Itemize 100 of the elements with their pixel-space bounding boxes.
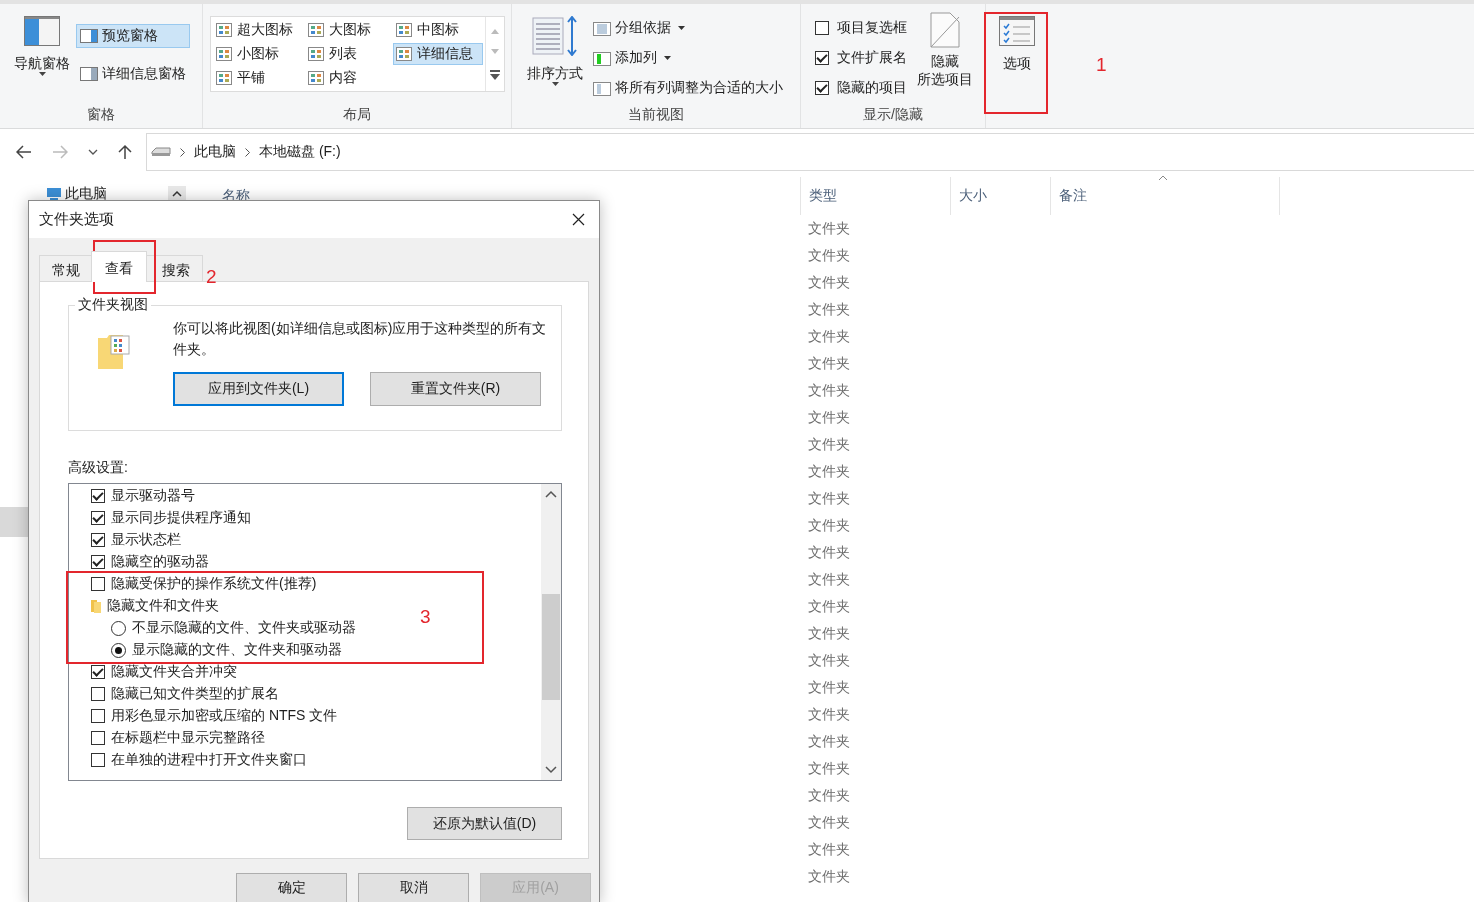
type-cell-text: 文件夹: [807, 435, 851, 454]
tab[interactable]: 查看: [91, 251, 147, 282]
annotation-number: 3: [420, 606, 431, 628]
scroll-up-icon[interactable]: [545, 490, 557, 498]
column-header[interactable]: 类型: [800, 177, 950, 215]
checklist-icon: [999, 16, 1035, 46]
column-icon: [593, 20, 611, 36]
description-text: 你可以将此视图(如详细信息或图标)应用于这种类型的所有文件夹。: [173, 319, 547, 359]
sort-icon: [532, 16, 578, 56]
type-cell-text: 文件夹: [807, 732, 851, 751]
view-icon: [395, 23, 412, 37]
column-header[interactable]: 大小: [950, 177, 1050, 215]
dialog-button[interactable]: 确定: [236, 873, 347, 902]
ribbon-checkbox[interactable]: 隐藏的项目: [811, 76, 911, 100]
type-cell-text: 文件夹: [807, 786, 851, 805]
group-label: 当前视图: [628, 106, 684, 124]
folder-view-button[interactable]: 重置文件夹(R): [370, 372, 541, 406]
address-bar[interactable]: 此电脑 本地磁盘 (F:): [146, 133, 1474, 171]
view-option[interactable]: 大图标: [304, 19, 393, 41]
navigation-pane-button[interactable]: 导航窗格: [12, 12, 72, 88]
dialog-button[interactable]: 取消: [358, 873, 469, 902]
view-option[interactable]: 详细信息: [392, 43, 483, 65]
pane-button[interactable]: 详细信息窗格: [76, 62, 190, 86]
view-option[interactable]: 内容: [304, 67, 393, 89]
type-cell-text: 文件夹: [807, 246, 851, 265]
breadcrumb[interactable]: 此电脑: [194, 143, 236, 161]
annotation-number: 2: [206, 266, 217, 288]
sort-by-button[interactable]: 排序方式: [525, 12, 585, 98]
setting-checkbox[interactable]: 隐藏文件夹合并冲突: [91, 663, 237, 681]
type-cell-text: 文件夹: [807, 570, 851, 589]
pane-icon: [80, 29, 98, 43]
view-command[interactable]: 将所有列调整为合适的大小: [589, 76, 787, 100]
recent-dropdown-icon[interactable]: [88, 149, 98, 155]
view-option[interactable]: 列表: [304, 43, 393, 65]
type-cell-text: 文件夹: [807, 813, 851, 832]
setting-checkbox[interactable]: 显示驱动器号: [91, 487, 195, 505]
expand-icon[interactable]: [489, 69, 500, 80]
restore-defaults-button[interactable]: 还原为默认值(D): [407, 807, 562, 840]
type-cell-text: 文件夹: [807, 651, 851, 670]
type-cell-text: 文件夹: [807, 705, 851, 724]
group-label: 窗格: [87, 106, 115, 124]
setting-checkbox[interactable]: 隐藏空的驱动器: [91, 553, 209, 571]
view-icon: [307, 47, 324, 61]
setting-checkbox[interactable]: 在标题栏中显示完整路径: [91, 729, 265, 747]
sort-caret-icon: [1158, 175, 1168, 181]
scrollbar[interactable]: [541, 484, 561, 780]
scroll-down-icon[interactable]: [545, 766, 557, 774]
hide-selected-button[interactable]: 隐藏 所选项目: [915, 12, 975, 92]
view-icon: [215, 23, 232, 37]
view-command[interactable]: 添加列: [589, 46, 787, 70]
options-button[interactable]: 选项: [997, 12, 1037, 76]
setting-checkbox[interactable]: 隐藏已知文件类型的扩展名: [91, 685, 279, 703]
nav-selection-highlight: [0, 507, 30, 537]
view-icon: [395, 47, 412, 61]
column-header[interactable]: 备注: [1050, 177, 1280, 215]
type-cell-text: 文件夹: [807, 219, 851, 238]
scroll-thumb[interactable]: [542, 594, 560, 700]
setting-checkbox[interactable]: 显示同步提供程序通知: [91, 509, 251, 527]
view-option[interactable]: 超大图标: [212, 19, 305, 41]
type-cell-text: 文件夹: [807, 840, 851, 859]
view-option[interactable]: 小图标: [212, 43, 305, 65]
view-icon: [215, 71, 232, 85]
ribbon-checkbox[interactable]: 项目复选框: [811, 16, 911, 40]
tab[interactable]: 搜索: [145, 255, 203, 281]
ribbon-checkbox[interactable]: 文件扩展名: [811, 46, 911, 70]
setting-checkbox[interactable]: 显示状态栏: [91, 531, 181, 549]
tab[interactable]: 常规: [39, 255, 93, 281]
annotation-frame: [93, 240, 156, 294]
setting-checkbox[interactable]: 隐藏受保护的操作系统文件(推荐): [91, 575, 317, 593]
type-cell-text: 文件夹: [807, 759, 851, 778]
setting-radio[interactable]: 显示隐藏的文件、文件夹和驱动器: [111, 641, 342, 659]
folder-view-button[interactable]: 应用到文件夹(L): [173, 372, 344, 406]
back-icon[interactable]: [16, 145, 32, 159]
breadcrumb[interactable]: 本地磁盘 (F:): [259, 143, 341, 161]
pane-button[interactable]: 预览窗格: [76, 24, 190, 48]
pane-layout-icon: [24, 16, 60, 46]
type-cell-text: 文件夹: [807, 408, 851, 427]
up-icon[interactable]: [118, 144, 132, 160]
page-icon: [930, 12, 960, 48]
setting-checkbox[interactable]: 在单独的进程中打开文件夹窗口: [91, 751, 307, 769]
type-cell-text: 文件夹: [807, 354, 851, 373]
pane-icon: [80, 67, 98, 81]
close-icon[interactable]: [572, 213, 585, 226]
nav-item[interactable]: 此电脑: [46, 185, 107, 203]
folder-icon: [97, 334, 131, 370]
drive-icon: [151, 147, 171, 157]
type-cell-text: 文件夹: [807, 273, 851, 292]
caret-icon: [551, 82, 559, 86]
setting-radio[interactable]: 不显示隐藏的文件、文件夹或驱动器: [111, 619, 356, 637]
annotation-number: 1: [1096, 54, 1107, 76]
computer-icon: [46, 187, 62, 201]
folder-icon: [91, 599, 101, 613]
chevron-icon: [180, 147, 185, 157]
view-option[interactable]: 平铺: [212, 67, 305, 89]
chevron-icon: [245, 147, 250, 157]
type-cell-text: 文件夹: [807, 300, 851, 319]
view-command[interactable]: 分组依据: [589, 16, 787, 40]
view-option[interactable]: 中图标: [392, 19, 483, 41]
section-label: 高级设置:: [68, 459, 129, 477]
setting-checkbox[interactable]: 用彩色显示加密或压缩的 NTFS 文件: [91, 707, 338, 725]
